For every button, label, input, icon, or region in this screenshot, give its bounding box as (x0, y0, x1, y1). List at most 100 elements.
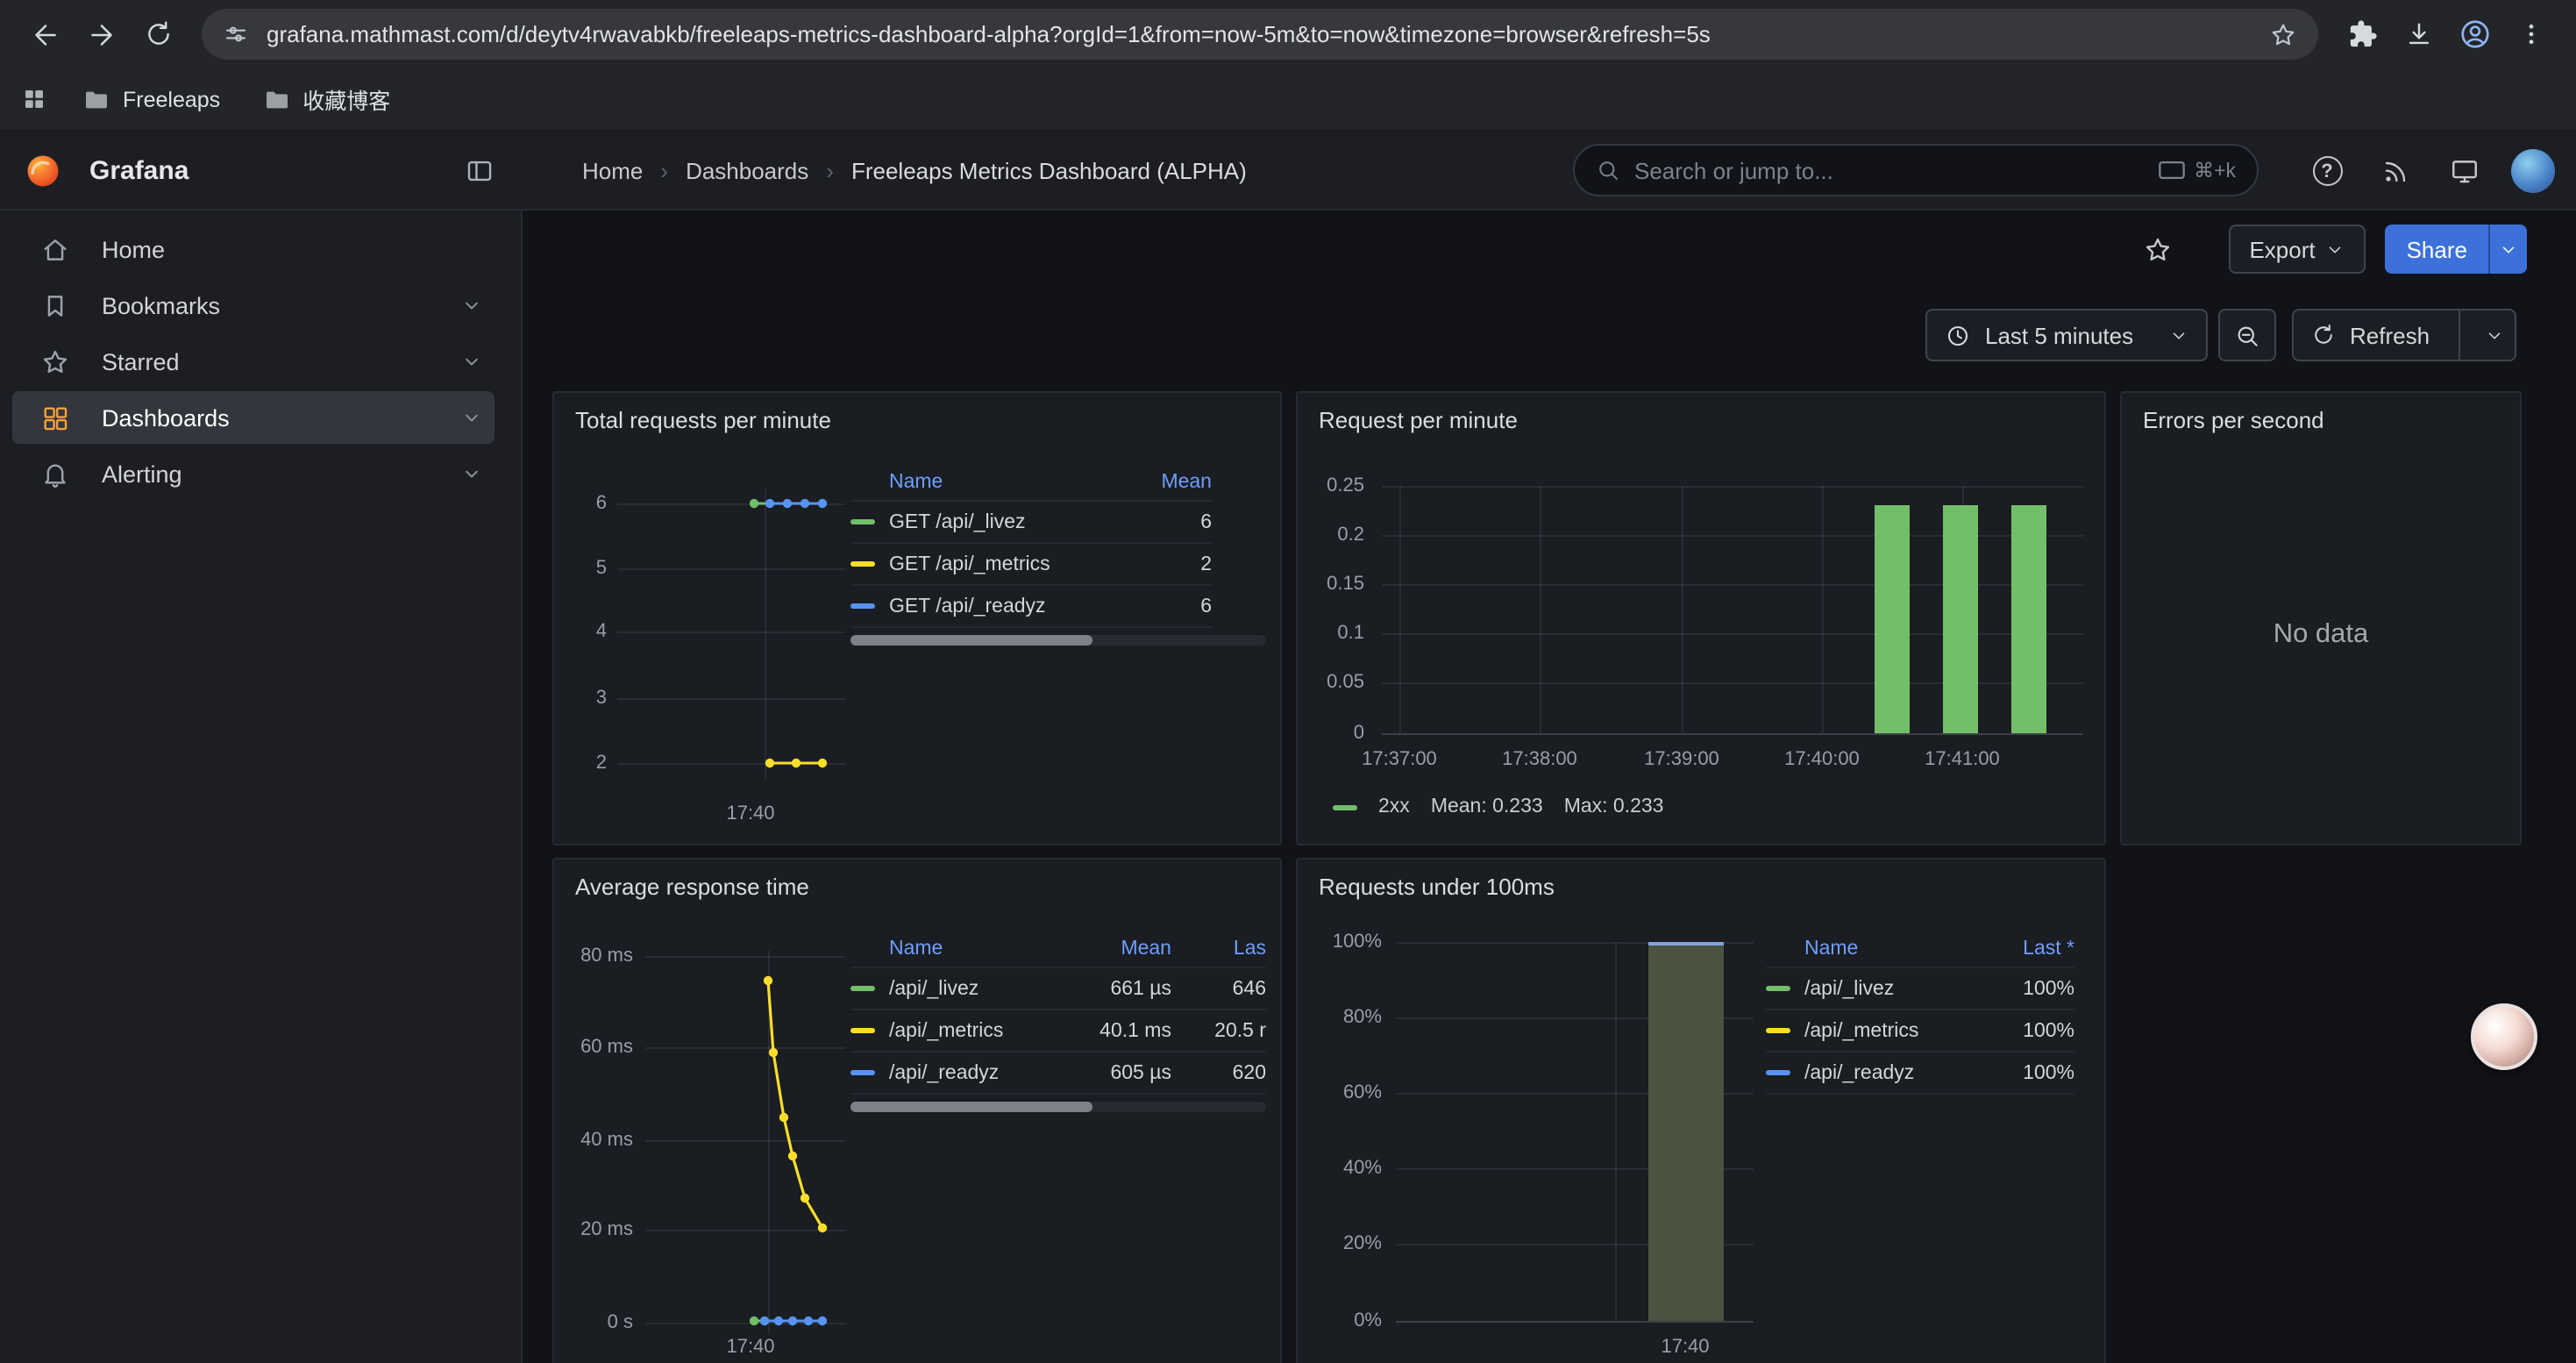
legend-col-mean[interactable]: Mean (1103, 471, 1212, 492)
series-name[interactable]: /api/_metrics (889, 1020, 1063, 1041)
sidebar-item-label: Bookmarks (102, 292, 220, 318)
legend-scrollbar[interactable] (850, 635, 1266, 646)
search-icon (1596, 158, 1620, 182)
share-button[interactable]: Share (2386, 225, 2527, 274)
series-name[interactable]: /api/_livez (1804, 978, 1973, 999)
sidebar-item-bookmarks[interactable]: Bookmarks (12, 279, 495, 332)
chevron-down-icon[interactable] (459, 293, 484, 318)
address-bar[interactable]: grafana.mathmast.com/d/deytv4rwavabkb/fr… (202, 9, 2318, 60)
star-icon (40, 346, 70, 376)
site-info-icon[interactable] (223, 21, 249, 47)
help-button[interactable]: ? (2304, 148, 2350, 194)
legend-table: Name Last * /api/_livez 100% /api/_metri… (1766, 930, 2074, 1095)
brand-name: Grafana (89, 155, 189, 185)
sidebar-item-alerting[interactable]: Alerting (12, 447, 495, 500)
reload-button[interactable] (132, 8, 184, 61)
series-name[interactable]: /api/_livez (889, 978, 1063, 999)
series-color-dash (850, 1070, 875, 1075)
browser-menu-button[interactable] (2504, 8, 2557, 61)
apps-grid-icon (21, 86, 47, 112)
gridline (1382, 486, 2083, 488)
y-tick: 80 ms (554, 946, 633, 967)
profile-button[interactable] (2448, 8, 2501, 61)
divider (2459, 310, 2460, 360)
legend-col-last[interactable]: Last * (1973, 938, 2074, 959)
time-range-picker[interactable]: Last 5 minutes (1925, 309, 2208, 361)
breadcrumb-dashboards[interactable]: Dashboards (686, 157, 808, 183)
sidebar-item-starred[interactable]: Starred (12, 335, 495, 388)
bookmark-icon (40, 290, 70, 320)
series-name[interactable]: GET /api/_readyz (889, 596, 1103, 617)
bar-2xx (1943, 505, 1978, 733)
screen: grafana.mathmast.com/d/deytv4rwavabkb/fr… (0, 0, 2576, 1363)
header-actions: ? (2304, 132, 2555, 211)
bar-2xx (1875, 505, 1910, 733)
y-tick: 0.2 (1298, 525, 1364, 546)
legend-col-name[interactable]: Name (889, 471, 1103, 492)
series-name[interactable]: GET /api/_livez (889, 511, 1103, 532)
refresh-button[interactable]: Refresh (2292, 309, 2516, 361)
series-color-dash (1766, 1070, 1790, 1075)
user-avatar-button[interactable] (2509, 148, 2555, 194)
panel-title[interactable]: Total requests per minute (575, 407, 831, 433)
scrollbar-thumb[interactable] (850, 635, 1092, 646)
user-avatar (2510, 149, 2554, 193)
series-mean: 2 (1103, 553, 1212, 574)
bell-icon (40, 459, 70, 489)
legend-row: /api/_metrics 40.1 ms 20.5 r (850, 1010, 1266, 1053)
series-name[interactable]: /api/_metrics (1804, 1020, 1973, 1041)
bookmarks-bar: Freeleaps 收藏博客 (0, 68, 2576, 132)
panel-title[interactable]: Average response time (575, 874, 809, 900)
scrollbar-thumb[interactable] (850, 1102, 1092, 1112)
search-box[interactable]: ⌘+k (1573, 144, 2259, 196)
search-input[interactable] (1634, 157, 2159, 183)
chevron-down-icon[interactable] (459, 461, 484, 486)
y-tick: 20% (1298, 1233, 1382, 1254)
favorite-dashboard-button[interactable] (2133, 225, 2182, 274)
series-name[interactable]: 2xx (1378, 796, 1410, 817)
share-menu-caret[interactable] (2488, 225, 2527, 274)
legend-col-name[interactable]: Name (889, 938, 1063, 959)
sidebar-toggle-button[interactable] (456, 147, 502, 193)
legend-col-mean[interactable]: Mean (1063, 938, 1171, 959)
legend-col-last[interactable]: Las (1171, 938, 1266, 959)
share-label[interactable]: Share (2386, 225, 2488, 274)
series-name[interactable]: /api/_readyz (1804, 1062, 1973, 1083)
series-color-dash (850, 519, 875, 525)
series-name[interactable]: /api/_readyz (889, 1062, 1063, 1083)
keyboard-icon (2159, 160, 2185, 181)
zoom-out-button[interactable] (2218, 309, 2276, 361)
gridline (645, 956, 845, 958)
apps-grid-button[interactable] (21, 86, 47, 112)
panel-title[interactable]: Request per minute (1319, 407, 1518, 433)
gridline (1382, 584, 2083, 586)
sidebar-item-home[interactable]: Home (12, 223, 495, 275)
series-last: 100% (1973, 978, 2074, 999)
breadcrumb-home[interactable]: Home (582, 157, 643, 183)
news-button[interactable] (2373, 148, 2418, 194)
downloads-button[interactable] (2392, 8, 2444, 61)
chevron-down-icon[interactable] (459, 349, 484, 374)
floating-avatar-overlay[interactable] (2471, 1003, 2537, 1070)
bookmark-item[interactable]: 收藏博客 (262, 82, 390, 116)
legend-table: Name Mean GET /api/_livez 6 GET /api/_me… (850, 463, 1212, 628)
grafana-logo-icon[interactable] (25, 152, 61, 189)
browser-chrome: grafana.mathmast.com/d/deytv4rwavabkb/fr… (0, 0, 2576, 132)
forward-button[interactable] (75, 8, 128, 61)
display-button[interactable] (2441, 148, 2487, 194)
sidebar-item-dashboards[interactable]: Dashboards (12, 391, 495, 444)
extensions-button[interactable] (2336, 8, 2388, 61)
chevron-down-icon[interactable] (459, 405, 484, 430)
bookmark-item[interactable]: Freeleaps (82, 85, 220, 113)
legend-col-name[interactable]: Name (1804, 938, 1973, 959)
y-tick: 40% (1298, 1158, 1382, 1179)
legend-scrollbar[interactable] (850, 1102, 1266, 1112)
back-button[interactable] (19, 8, 72, 61)
legend-row: /api/_livez 661 µs 646 (850, 968, 1266, 1010)
series-name[interactable]: GET /api/_metrics (889, 553, 1103, 574)
refresh-interval-caret[interactable] (2474, 325, 2515, 345)
bookmark-star-icon[interactable] (2269, 20, 2297, 48)
export-button[interactable]: Export (2228, 225, 2366, 274)
panel-requests-under-100ms: Requests under 100ms 100% 80% 60% 40% 20… (1296, 858, 2106, 1363)
panel-title[interactable]: Requests under 100ms (1319, 874, 1555, 900)
